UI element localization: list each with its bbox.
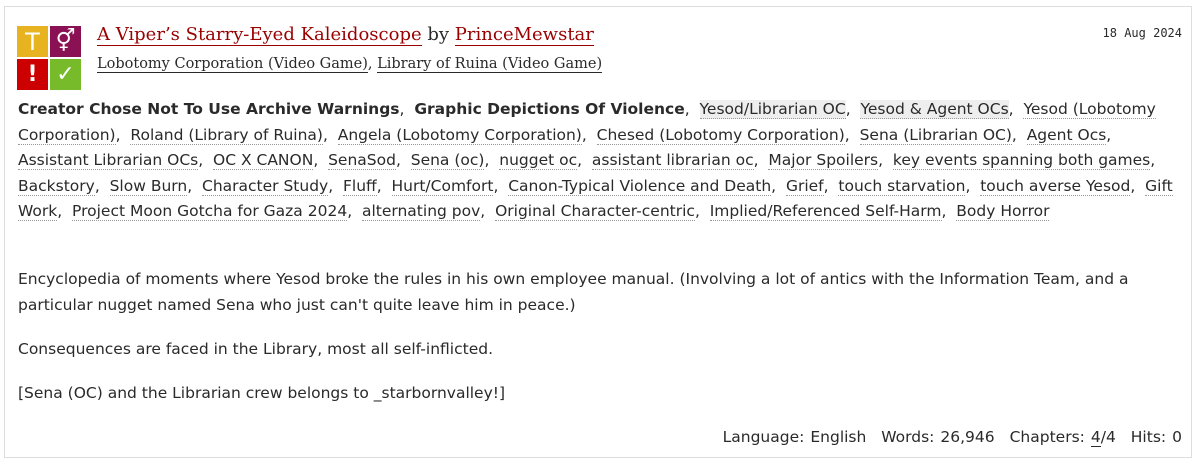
tag-list: Creator Chose Not To Use Archive Warning… [18,100,1173,221]
freeform-tag[interactable]: Implied/Referenced Self-Harm [709,202,942,221]
warning-icon[interactable]: ! [17,59,48,90]
required-tags: T ⚥ ! ✓ [17,26,83,92]
language-label: Language: [722,428,805,446]
chapters-total: /4 [1100,428,1116,446]
hits-label: Hits: [1130,428,1167,446]
freeform-tag[interactable]: Project Moon Gotcha for Gaza 2024 [72,202,348,221]
freeform-tag[interactable]: touch averse Yesod [980,176,1131,196]
character-tag[interactable]: Sena (Librarian OC) [859,125,1012,145]
summary-paragraph: [Sena (OC) and the Librarian crew belong… [18,384,506,402]
work-title-link[interactable]: A Viper’s Starry-Eyed Kaleidoscope [97,24,422,46]
character-tag[interactable]: Roland (Library of Ruina) [130,125,323,145]
chapters-label: Chapters: [1009,428,1085,446]
words-label: Words: [881,428,935,446]
freeform-tag[interactable]: Body Horror [956,202,1050,221]
relationship-tag[interactable]: Yesod & Agent OCs [860,100,1009,119]
summary: Encyclopedia of moments where Yesod brok… [18,266,1183,424]
fandom-link[interactable]: Lobotomy Corporation (Video Game) [97,56,368,73]
fandom-link[interactable]: Library of Ruina (Video Game) [377,56,603,73]
freeform-tag[interactable]: Grief [785,176,824,196]
by-label: by [427,24,450,45]
freeform-tag[interactable]: Slow Burn [109,176,188,196]
rating-teen-icon[interactable]: T [17,26,48,57]
freeform-tag[interactable]: OC X CANON [213,151,314,170]
character-tag[interactable]: Assistant Librarian OCs [18,151,199,170]
freeform-tag[interactable]: SenaSod [328,151,396,170]
words-value: 26,946 [940,428,995,446]
summary-paragraph: Encyclopedia of moments where Yesod brok… [18,270,1129,314]
complete-checkmark-icon[interactable]: ✓ [50,59,81,90]
freeform-tag[interactable]: Canon-Typical Violence and Death [508,176,772,196]
freeform-tag[interactable]: nugget oc [499,151,578,170]
work-stats: Language: English Words: 26,946 Chapters: 4… [713,428,1182,447]
latest-chapter-link[interactable]: 4 [1090,428,1101,447]
hits-value: 0 [1172,428,1182,446]
freeform-tag[interactable]: Major Spoilers [768,151,879,170]
warning-tag[interactable]: Graphic Depictions Of Violence [414,100,684,118]
category-multi-icon[interactable]: ⚥ [50,26,81,57]
freeform-tag[interactable]: Backstory [18,176,95,196]
fandom-list: Lobotomy Corporation (Video Game), Libra… [97,56,603,73]
character-tag[interactable]: Angela (Lobotomy Corporation) [337,125,582,145]
freeform-tag[interactable]: alternating pov [361,202,481,221]
freeform-tag[interactable]: Character Study [202,176,329,196]
relationship-tag[interactable]: Yesod/Librarian OC [699,100,846,119]
author-link[interactable]: PrinceMewstar [454,24,594,46]
freeform-tag[interactable]: key events spanning both games [892,151,1151,170]
publish-date: 18 Aug 2024 [1102,26,1182,40]
freeform-tag[interactable]: Hurt/Comfort [391,176,494,196]
freeform-tag[interactable]: Original Character-centric [495,202,695,221]
character-tag[interactable]: Agent Ocs [1026,125,1107,145]
work-heading: A Viper’s Starry-Eyed Kaleidoscope by Pr… [97,24,594,46]
freeform-tag[interactable]: Fluff [342,176,377,196]
language-value: English [810,428,867,446]
character-tag[interactable]: Chesed (Lobotomy Corporation) [596,125,845,145]
summary-paragraph: Consequences are faced in the Library, m… [18,340,493,358]
freeform-tag[interactable]: assistant librarian oc [591,151,754,170]
warning-tag[interactable]: Creator Chose Not To Use Archive Warning… [18,100,400,118]
freeform-tag[interactable]: touch starvation [838,176,966,196]
freeform-tag[interactable]: Sena (oc) [410,151,485,170]
